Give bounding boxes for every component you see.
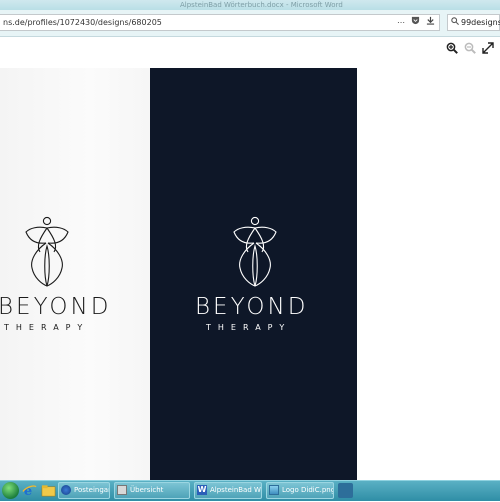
ie-icon[interactable]: e (22, 483, 37, 499)
brand-name-light: BEYOND (0, 294, 112, 320)
address-bar-icons: ⋯ (397, 15, 435, 30)
taskbar-app-icon[interactable] (338, 483, 353, 498)
zoom-in-icon[interactable] (446, 42, 458, 58)
word-icon: W (197, 485, 207, 495)
window-title-bar: AlpsteinBad Wörterbuch.docx - Microsoft … (0, 0, 500, 10)
download-icon[interactable] (426, 15, 435, 30)
taskbar-item-image[interactable]: Logo DidiC.png - ... (266, 482, 334, 499)
taskbar-item-label: Logo DidiC.png - ... (282, 486, 334, 494)
figure-leaf-icon (25, 216, 69, 287)
pocket-icon[interactable] (411, 15, 420, 30)
taskbar: e Posteingang - He... Übersicht WAlpstei… (0, 480, 500, 501)
logo-preview-dark: BEYOND THERAPY (150, 68, 357, 480)
search-engine-name[interactable]: 99designs (461, 15, 500, 30)
zoom-out-icon[interactable] (464, 42, 476, 58)
image-viewer-tools (446, 42, 494, 58)
url-text[interactable]: ns.de/profiles/1072430/designs/680205 (3, 16, 162, 30)
taskbar-item-word[interactable]: WAlpsteinBad Wörr... (194, 482, 262, 499)
taskbar-item-label: Übersicht (130, 486, 164, 494)
taskbar-item-overview[interactable]: Übersicht (114, 482, 190, 499)
calculator-icon (117, 485, 127, 495)
window-title: AlpsteinBad Wörterbuch.docx - Microsoft … (180, 1, 343, 9)
tagline-light: THERAPY (4, 323, 90, 332)
start-button[interactable] (2, 482, 19, 499)
taskbar-item-mail[interactable]: Posteingang - He... (58, 482, 110, 499)
browser-toolbar: ns.de/profiles/1072430/designs/680205 ⋯ … (0, 10, 500, 37)
image-viewer-icon (269, 485, 279, 495)
thunderbird-icon (61, 485, 71, 495)
figure-leaf-icon (233, 216, 277, 287)
menu-icon[interactable]: ⋯ (397, 15, 405, 30)
address-bar[interactable]: ns.de/profiles/1072430/designs/680205 ⋯ (0, 14, 440, 31)
taskbar-item-label: Posteingang - He... (74, 486, 109, 494)
explorer-folder-icon[interactable] (41, 483, 56, 498)
fullscreen-icon[interactable] (482, 42, 494, 58)
tagline-dark: THERAPY (206, 323, 292, 332)
brand-name-dark: BEYOND (195, 294, 309, 320)
search-box[interactable]: 99designs (447, 14, 500, 31)
taskbar-item-label: AlpsteinBad Wörr... (210, 486, 261, 494)
logo-preview-light: BEYOND THERAPY (0, 68, 150, 480)
search-icon (451, 15, 459, 30)
